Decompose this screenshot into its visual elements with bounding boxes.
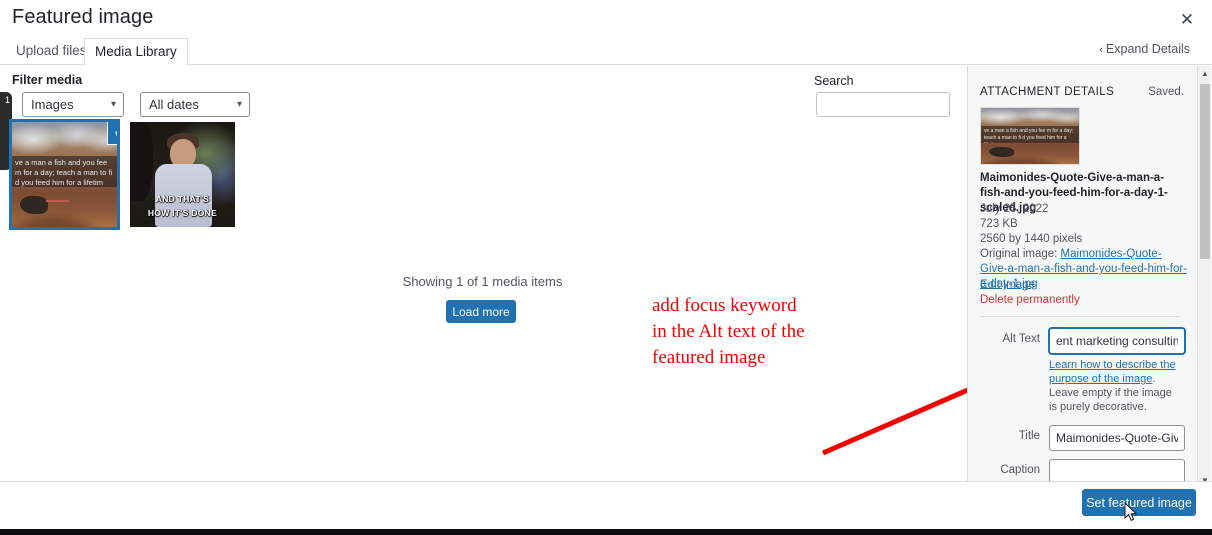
annotation-line-3: featured image bbox=[652, 347, 766, 368]
media-item-maimonides-quote[interactable]: ve a man a fish and you fee m for a day;… bbox=[9, 119, 120, 230]
showing-count-text: Showing 1 of 1 media items bbox=[402, 274, 563, 289]
delete-permanently-row: Delete permanently bbox=[980, 293, 1186, 308]
annotation-line-1: add focus keyword bbox=[652, 295, 797, 316]
page-title: Featured image bbox=[12, 6, 154, 28]
attachment-filesize: 723 KB bbox=[980, 218, 1018, 230]
alt-text-help-link[interactable]: Learn how to describe the purpose of the… bbox=[1049, 359, 1176, 385]
annotation-line-2: in the Alt text of the bbox=[652, 321, 805, 342]
alt-text-row: Alt Text bbox=[980, 328, 1186, 354]
original-image-label: Original image: bbox=[980, 248, 1058, 260]
set-featured-image-button[interactable]: Set featured image bbox=[1082, 489, 1196, 516]
tab-upload-files[interactable]: Upload files bbox=[6, 38, 97, 65]
chevron-left-icon: ‹ bbox=[1099, 44, 1103, 56]
maimonides-quote-thumbnail: ve a man a fish and you fee m for a day;… bbox=[12, 122, 117, 227]
title-row: Title bbox=[980, 425, 1186, 451]
selected-check-icon: ✔ bbox=[107, 122, 117, 145]
scroll-up-icon[interactable]: ▲ bbox=[1198, 66, 1212, 80]
chevron-down-icon: ▾ bbox=[110, 99, 116, 110]
delete-permanently-link[interactable]: Delete permanently bbox=[980, 294, 1080, 306]
attachment-dimensions: 2560 by 1440 pixels bbox=[980, 233, 1083, 245]
media-modal: Featured image ✕ Upload files Media Libr… bbox=[0, 0, 1212, 535]
edit-image-row: Edit Image bbox=[980, 278, 1186, 293]
scrollbar-thumb[interactable] bbox=[1200, 84, 1210, 259]
gif-caption-line-2: HOW IT'S DONE bbox=[147, 207, 218, 218]
title-label: Title bbox=[1018, 430, 1040, 442]
title-input[interactable] bbox=[1049, 425, 1185, 451]
annotation-text: add focus keyword in the Alt text of the… bbox=[652, 293, 882, 371]
alt-text-input[interactable] bbox=[1049, 328, 1185, 354]
chevron-down-icon: ▾ bbox=[236, 99, 242, 110]
close-icon[interactable]: ✕ bbox=[1174, 7, 1200, 33]
load-more-button[interactable]: Load more bbox=[446, 300, 516, 323]
saved-status: Saved. bbox=[1148, 86, 1184, 98]
expand-details-button[interactable]: ‹ Expand Details bbox=[1099, 42, 1190, 56]
thumbnail-quote-text: ve a man a fish and you fee m for a day;… bbox=[12, 155, 117, 188]
search-label: Search bbox=[814, 74, 854, 88]
media-type-filter-select[interactable]: Images ▾ bbox=[22, 92, 124, 117]
modal-tabs: Upload files Media Library ‹ Expand Detai… bbox=[0, 38, 1212, 66]
tab-media-library[interactable]: Media Library bbox=[84, 38, 188, 66]
edge-tooltip-badge: 1 bbox=[0, 92, 12, 170]
filter-media-label: Filter media bbox=[12, 73, 83, 87]
attachment-date: July 25, 2022 bbox=[980, 203, 1049, 215]
attachment-thumbnail-quote: ve a man a fish and you fee m for a day;… bbox=[981, 125, 1079, 143]
attachment-details-panel: ATTACHMENT DETAILS Saved. ve a man a fis… bbox=[967, 66, 1212, 491]
edge-tooltip-count: 1 bbox=[4, 95, 10, 105]
media-item-and-thats-how-its-done[interactable]: AND THAT'S HOW IT'S DONE bbox=[130, 122, 235, 227]
sidebar-divider bbox=[980, 316, 1180, 317]
media-type-filter-value: Images bbox=[31, 97, 74, 112]
expand-details-label: Expand Details bbox=[1105, 42, 1190, 56]
alt-text-label: Alt Text bbox=[1002, 333, 1041, 345]
caption-label: Caption bbox=[1000, 464, 1040, 476]
alt-text-help: Learn how to describe the purpose of the… bbox=[1049, 358, 1179, 414]
gif-caption-line-1: AND THAT'S bbox=[155, 193, 210, 204]
and-thats-how-its-done-gif: AND THAT'S HOW IT'S DONE bbox=[130, 122, 235, 227]
search-input[interactable] bbox=[816, 92, 950, 117]
date-filter-select[interactable]: All dates ▾ bbox=[140, 92, 250, 117]
modal-footer: Set featured image bbox=[0, 481, 1212, 523]
attachment-details-heading: ATTACHMENT DETAILS bbox=[980, 86, 1115, 98]
edit-image-link[interactable]: Edit Image bbox=[980, 279, 1035, 291]
date-filter-value: All dates bbox=[149, 97, 199, 112]
attachment-thumbnail[interactable]: ve a man a fish and you fee m for a day;… bbox=[980, 107, 1080, 165]
sidebar-scrollbar[interactable]: ▲ ▼ bbox=[1197, 66, 1211, 487]
